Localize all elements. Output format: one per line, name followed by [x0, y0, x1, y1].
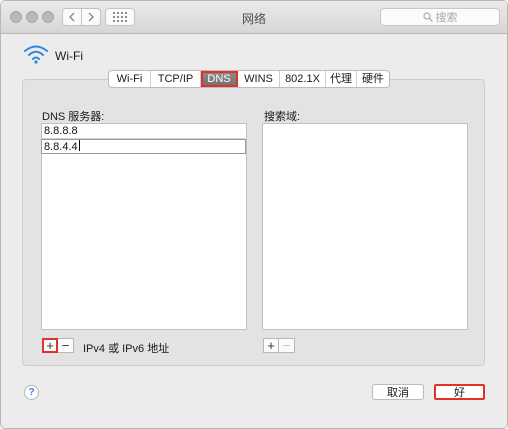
- title-bar: 网络 搜索: [1, 1, 507, 34]
- tab-wifi[interactable]: Wi-Fi: [109, 71, 151, 87]
- remove-dns-server-button[interactable]: −: [58, 338, 74, 353]
- tab-hardware[interactable]: 硬件: [357, 71, 389, 87]
- search-placeholder: 搜索: [435, 12, 458, 24]
- dns-server-row[interactable]: 8.8.8.8: [42, 124, 245, 139]
- wifi-icon: [24, 45, 48, 64]
- dns-servers-label: DNS 服务器:: [42, 111, 105, 123]
- tab-8021x[interactable]: 802.1X: [280, 71, 326, 87]
- add-search-domain-button[interactable]: +: [263, 338, 279, 353]
- search-domains-add-remove-group: + −: [263, 338, 295, 353]
- network-dns-window: 网络 搜索 Wi-Fi Wi-Fi TCP/IP DNS WINS 802.1X…: [0, 0, 508, 429]
- search-icon: [422, 12, 433, 22]
- dns-server-value: 8.8.8.8: [44, 125, 78, 137]
- search-domains-label: 搜索域:: [264, 111, 301, 123]
- service-name: Wi-Fi: [55, 49, 83, 63]
- tab-wins[interactable]: WINS: [238, 71, 280, 87]
- remove-search-domain-button[interactable]: −: [279, 338, 295, 353]
- cancel-button[interactable]: 取消: [372, 384, 424, 400]
- dns-add-remove-group: + −: [42, 338, 74, 353]
- tab-tcpip[interactable]: TCP/IP: [151, 71, 201, 87]
- text-caret: [78, 140, 80, 151]
- search-input[interactable]: 搜索: [380, 8, 500, 26]
- help-button[interactable]: ?: [24, 385, 39, 400]
- tab-dns[interactable]: DNS: [201, 71, 238, 87]
- ok-button[interactable]: 好: [434, 384, 485, 400]
- search-domains-list[interactable]: [262, 123, 468, 330]
- dns-address-hint: IPv4 或 IPv6 地址: [83, 343, 170, 355]
- dns-servers-list[interactable]: 8.8.8.8 8.8.4.4: [41, 123, 247, 330]
- tab-bar: Wi-Fi TCP/IP DNS WINS 802.1X 代理 硬件: [108, 70, 390, 88]
- dns-server-value: 8.8.4.4: [44, 141, 78, 153]
- dns-server-row-editing[interactable]: 8.8.4.4: [41, 139, 246, 154]
- add-dns-server-button[interactable]: +: [42, 338, 58, 353]
- tab-proxy[interactable]: 代理: [326, 71, 357, 87]
